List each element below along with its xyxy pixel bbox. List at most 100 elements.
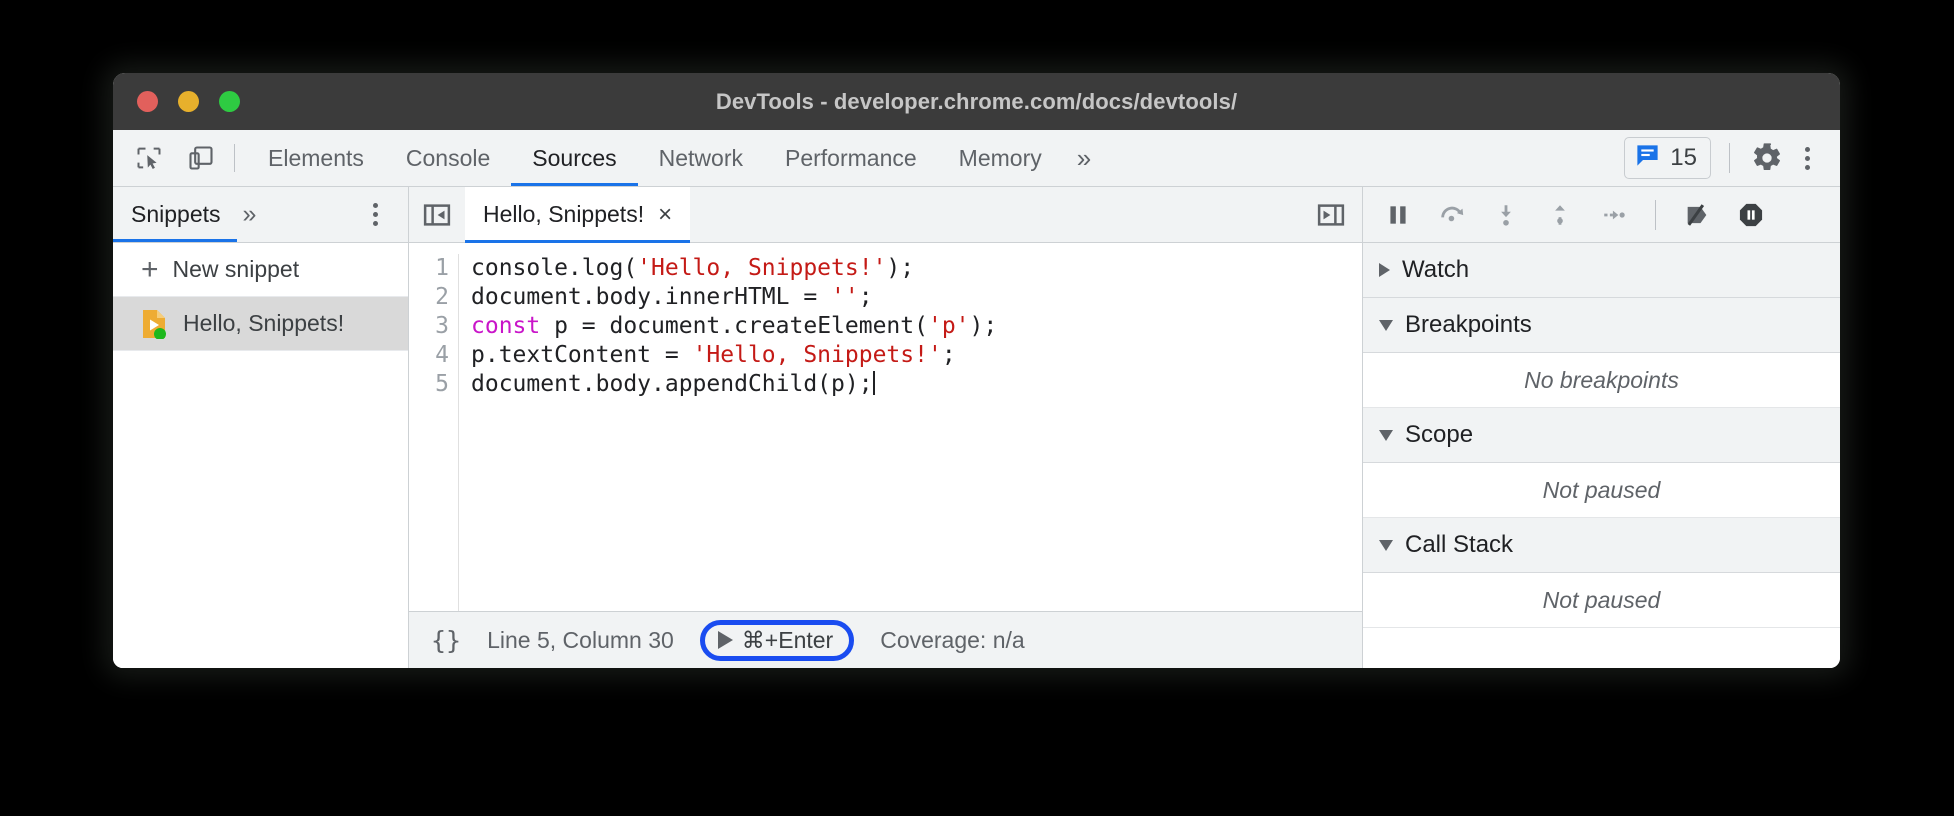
step-out-of-current-function-icon[interactable] xyxy=(1543,198,1577,232)
navigator-kebab-menu-icon[interactable] xyxy=(358,195,392,235)
snippet-file-icon xyxy=(141,309,167,339)
gear-icon[interactable] xyxy=(1748,139,1786,177)
list-item-label: Hello, Snippets! xyxy=(183,310,344,337)
editor-tabbar: Hello, Snippets! × xyxy=(409,187,1362,243)
issues-count-label: 15 xyxy=(1670,144,1697,172)
editor-statusbar: {} Line 5, Column 30 ⌘+Enter Coverage: n… xyxy=(409,611,1362,668)
editor-file-tab[interactable]: Hello, Snippets! × xyxy=(465,187,690,242)
new-snippet-label: New snippet xyxy=(173,256,300,283)
editor-file-tab-label: Hello, Snippets! xyxy=(483,201,644,228)
code-content[interactable]: console.log('Hello, Snippets!');document… xyxy=(459,254,997,611)
section-watch-label: Watch xyxy=(1402,256,1469,284)
line-number-gutter: 12345 xyxy=(409,254,459,611)
editor-column: Hello, Snippets! × 12345 console.log('He… xyxy=(409,187,1362,668)
cursor-position-label: Line 5, Column 30 xyxy=(487,627,674,654)
panel-tabs: Elements Console Sources Network Perform… xyxy=(247,130,1105,186)
pretty-print-icon[interactable]: {} xyxy=(431,626,461,655)
step-icon[interactable] xyxy=(1597,198,1631,232)
text-cursor xyxy=(873,371,875,395)
run-shortcut-label: ⌘+Enter xyxy=(742,627,833,654)
collapse-navigator-icon[interactable] xyxy=(409,187,465,242)
pause-on-exceptions-icon[interactable] xyxy=(1734,198,1768,232)
close-icon[interactable]: × xyxy=(658,203,672,227)
code-editor[interactable]: 12345 console.log('Hello, Snippets!');do… xyxy=(409,243,1362,611)
pause-script-execution-icon[interactable] xyxy=(1381,198,1415,232)
tab-network-label: Network xyxy=(659,145,743,172)
step-into-next-function-call-icon[interactable] xyxy=(1489,198,1523,232)
chevron-down-icon xyxy=(1379,540,1393,551)
toolbar-left-icons xyxy=(113,130,220,186)
plus-icon: + xyxy=(141,255,159,285)
step-over-next-function-call-icon[interactable] xyxy=(1435,198,1469,232)
devtools-window: DevTools - developer.chrome.com/docs/dev… xyxy=(113,73,1840,668)
section-scope[interactable]: Scope xyxy=(1363,408,1840,463)
tab-performance[interactable]: Performance xyxy=(764,130,938,186)
minimize-window-button[interactable] xyxy=(178,91,199,112)
navigator-more-tabs-icon[interactable]: » xyxy=(237,200,263,229)
snippets-list: + New snippet Hello, Snippets! xyxy=(113,243,408,668)
more-tabs-icon[interactable]: » xyxy=(1063,130,1105,186)
line-number: 1 xyxy=(409,254,449,283)
tab-elements-label: Elements xyxy=(268,145,364,172)
debugger-toolbar xyxy=(1363,187,1840,243)
tab-console-label: Console xyxy=(406,145,490,172)
line-number: 2 xyxy=(409,283,449,312)
kebab-menu-icon[interactable] xyxy=(1790,138,1824,178)
message-bubble-icon xyxy=(1634,142,1661,174)
tab-elements[interactable]: Elements xyxy=(247,130,385,186)
section-call-stack[interactable]: Call Stack xyxy=(1363,518,1840,573)
window-titlebar: DevTools - developer.chrome.com/docs/dev… xyxy=(113,73,1840,130)
list-item[interactable]: Hello, Snippets! xyxy=(113,297,408,351)
tab-sources[interactable]: Sources xyxy=(511,130,637,186)
navigator-tab-label: Snippets xyxy=(131,201,221,228)
show-debugger-sidebar-icon[interactable] xyxy=(1300,187,1362,242)
devtools-body: Snippets » + New snippet xyxy=(113,187,1840,668)
tab-network[interactable]: Network xyxy=(638,130,764,186)
play-icon xyxy=(718,631,733,649)
code-line: console.log('Hello, Snippets!'); xyxy=(471,254,997,283)
debugger-sidebar: Watch Breakpoints No breakpoints Scope N… xyxy=(1362,187,1840,668)
navigator-header: Snippets » xyxy=(113,187,408,243)
code-line: p.textContent = 'Hello, Snippets!'; xyxy=(471,341,997,370)
breakpoints-empty-text: No breakpoints xyxy=(1363,353,1840,408)
maximize-window-button[interactable] xyxy=(219,91,240,112)
scope-empty-text: Not paused xyxy=(1363,463,1840,518)
coverage-label: Coverage: n/a xyxy=(880,627,1024,654)
line-number: 5 xyxy=(409,370,449,399)
section-breakpoints[interactable]: Breakpoints xyxy=(1363,298,1840,353)
section-scope-label: Scope xyxy=(1405,421,1473,449)
snippets-navigator-panel: Snippets » + New snippet xyxy=(113,187,409,668)
run-snippet-button[interactable]: ⌘+Enter xyxy=(700,620,854,661)
toolbar-right-icons: 15 xyxy=(1624,130,1840,186)
debugger-toolbar-separator xyxy=(1655,200,1656,230)
traffic-lights xyxy=(113,91,240,112)
chevron-right-icon xyxy=(1379,263,1390,277)
tab-memory-label: Memory xyxy=(959,145,1042,172)
section-watch[interactable]: Watch xyxy=(1363,243,1840,298)
new-snippet-button[interactable]: + New snippet xyxy=(113,243,408,297)
devtools-main-toolbar: Elements Console Sources Network Perform… xyxy=(113,130,1840,187)
section-breakpoints-label: Breakpoints xyxy=(1405,311,1532,339)
tab-sources-label: Sources xyxy=(532,145,616,172)
device-toolbar-icon[interactable] xyxy=(182,139,220,177)
toolbar-divider xyxy=(1729,143,1730,173)
issues-counter-button[interactable]: 15 xyxy=(1624,137,1711,179)
code-line: document.body.appendChild(p); xyxy=(471,370,997,399)
navigator-tab-snippets[interactable]: Snippets xyxy=(113,187,237,242)
chevron-down-icon xyxy=(1379,430,1393,441)
line-number: 3 xyxy=(409,312,449,341)
deactivate-breakpoints-icon[interactable] xyxy=(1680,198,1714,232)
call-stack-empty-text: Not paused xyxy=(1363,573,1840,628)
chevron-down-icon xyxy=(1379,320,1393,331)
code-line: const p = document.createElement('p'); xyxy=(471,312,997,341)
tab-performance-label: Performance xyxy=(785,145,917,172)
tab-console[interactable]: Console xyxy=(385,130,511,186)
toolbar-separator xyxy=(234,144,235,172)
tab-memory[interactable]: Memory xyxy=(938,130,1063,186)
window-title: DevTools - developer.chrome.com/docs/dev… xyxy=(113,89,1840,115)
line-number: 4 xyxy=(409,341,449,370)
code-line: document.body.innerHTML = ''; xyxy=(471,283,997,312)
section-call-stack-label: Call Stack xyxy=(1405,531,1513,559)
inspect-element-icon[interactable] xyxy=(130,139,168,177)
close-window-button[interactable] xyxy=(137,91,158,112)
